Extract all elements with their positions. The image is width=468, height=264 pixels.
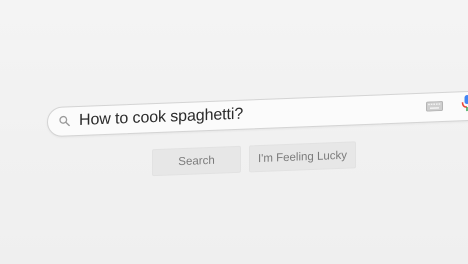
feeling-lucky-button[interactable]: I'm Feeling Lucky: [249, 141, 356, 173]
search-icon: [59, 115, 70, 127]
search-input[interactable]: How to cook spaghetti?: [79, 106, 243, 130]
search-button[interactable]: Search: [152, 145, 241, 177]
keyboard-icon[interactable]: [426, 101, 443, 112]
microphone-icon[interactable]: [461, 94, 468, 112]
search-page: How to cook spaghetti? Search I'm Feelin…: [0, 0, 468, 264]
search-box[interactable]: How to cook spaghetti?: [47, 89, 468, 138]
